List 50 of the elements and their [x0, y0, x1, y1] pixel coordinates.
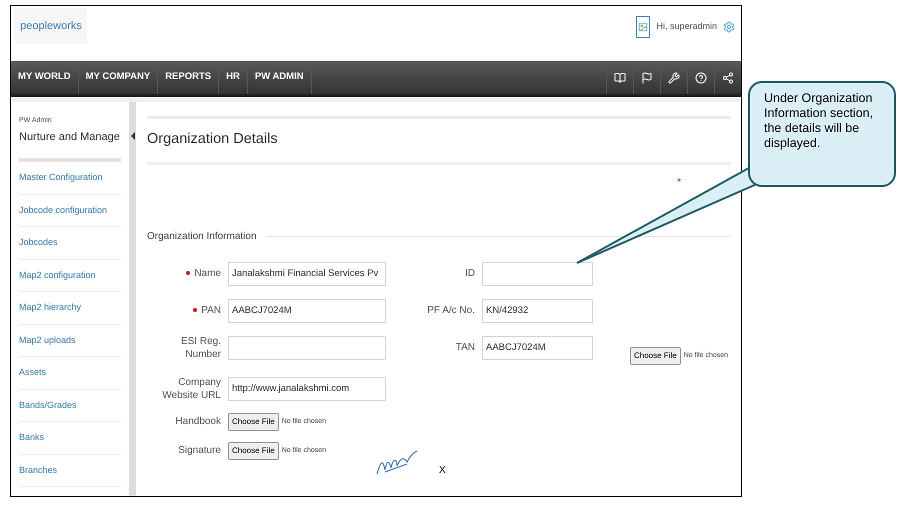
- field-label: ID: [465, 267, 475, 280]
- input-field[interactable]: http://www.janalakshmi.com: [228, 376, 386, 401]
- collapse-arrow-icon[interactable]: [130, 132, 134, 140]
- broken-image-icon: [636, 16, 650, 38]
- input-field[interactable]: AABCJ7024M: [482, 336, 593, 360]
- sidebar-link[interactable]: Map2 hierarchy: [19, 301, 82, 314]
- field-label: Name: [194, 267, 221, 280]
- remove-signature-button[interactable]: X: [439, 462, 446, 478]
- input-field[interactable]: Janalakshmi Financial Services Pv: [228, 262, 386, 286]
- sidebar-link[interactable]: Assets: [19, 366, 46, 380]
- nav-tab[interactable]: HR: [219, 61, 248, 94]
- choose-file-button[interactable]: Choose File: [228, 412, 279, 431]
- field-label: PF A/c No.: [427, 304, 475, 318]
- flag-icon[interactable]: [641, 72, 653, 84]
- wrench-icon[interactable]: [668, 72, 680, 84]
- sidebar-link[interactable]: Jobcodes: [19, 236, 58, 250]
- field-label: TAN: [456, 341, 475, 354]
- callout-bubble: Under Organization Information section, the details will be displayed.: [748, 81, 896, 187]
- page-title: Organization Details: [147, 130, 279, 149]
- choose-file-button[interactable]: Choose File: [228, 442, 279, 460]
- sidebar-link[interactable]: Bands/Grades: [19, 398, 77, 412]
- sidebar-link[interactable]: Branches: [19, 464, 58, 477]
- section-title: Organization Information: [147, 230, 257, 244]
- required-note: *: [677, 176, 681, 190]
- sidebar-link[interactable]: Map2 configuration: [19, 268, 96, 282]
- nav-tab[interactable]: MY COMPANY: [78, 61, 158, 94]
- choose-file-button[interactable]: Choose File: [630, 346, 681, 365]
- sidebar-link[interactable]: Master Configuration: [19, 171, 103, 184]
- field-label: ESI Reg. Number: [180, 334, 221, 361]
- user-greeting: Hi, superadmin: [656, 20, 717, 34]
- share-icon[interactable]: [722, 72, 734, 84]
- sidebar-link[interactable]: Map2 uploads: [19, 334, 76, 347]
- input-field[interactable]: [482, 262, 593, 286]
- nav-tab[interactable]: MY WORLD: [11, 61, 79, 94]
- field-label: PAN: [201, 304, 221, 318]
- settings-icon[interactable]: [723, 21, 735, 33]
- nav-tab[interactable]: PW ADMIN: [248, 61, 312, 94]
- sidebar-title: Nurture and Manage: [19, 130, 121, 144]
- help-icon[interactable]: [695, 72, 707, 84]
- field-label: Signature: [178, 444, 221, 458]
- input-field[interactable]: AABCJ7024M: [228, 298, 386, 323]
- field-label: Handbook: [175, 415, 221, 428]
- book-icon[interactable]: [614, 72, 626, 84]
- logo: peopleworks: [15, 8, 87, 44]
- nav-tab[interactable]: REPORTS: [158, 61, 220, 94]
- sidebar-link[interactable]: Banks: [19, 431, 44, 444]
- field-label: Company Website URL: [161, 376, 221, 402]
- input-field[interactable]: [228, 336, 386, 360]
- sidebar-link[interactable]: Jobcode configuration: [19, 204, 108, 217]
- input-field[interactable]: KN/42932: [482, 298, 593, 323]
